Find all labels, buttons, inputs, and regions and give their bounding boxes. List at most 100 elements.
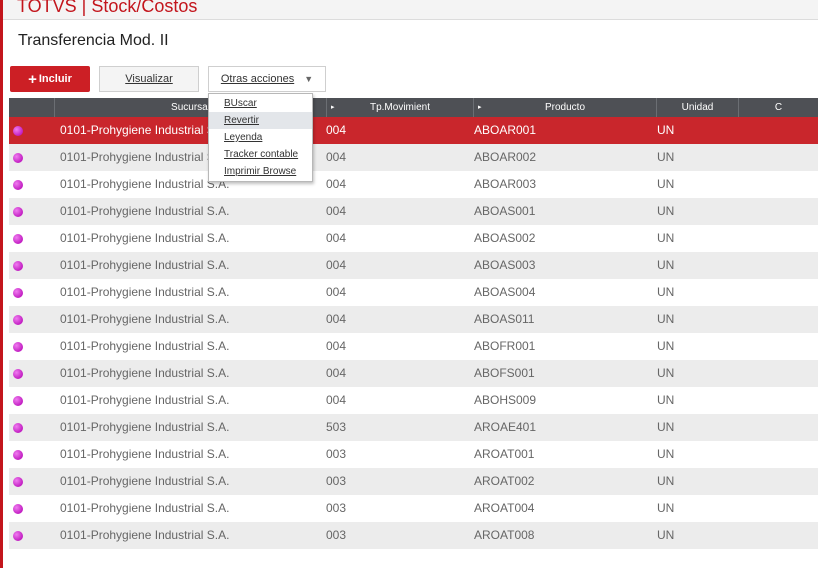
cell-tp: 004 [326, 339, 347, 353]
column-header-label: Tp.Movimient [369, 102, 430, 113]
table-row[interactable]: 0101-Prohygiene Industrial S.A. 004 ABOFS0… [9, 360, 818, 387]
status-dot-icon [13, 423, 23, 433]
column-header-label: Unidad [681, 102, 714, 113]
table-row[interactable]: 0101-Prohygiene Industrial S.A. 004 ABOAR0… [9, 171, 818, 198]
left-accent-bar [0, 0, 3, 568]
cell-tp: 004 [326, 258, 347, 272]
otras-acciones-menu: BUscar Revertir Leyenda Tracker contable Imp… [208, 93, 313, 182]
plus-icon: + [28, 70, 37, 88]
status-dot-icon [13, 315, 23, 325]
cell-unidad: UN [657, 204, 675, 218]
cell-sucursal: 0101-Prohygiene Industrial S.A. [60, 420, 230, 434]
cell-producto: AROAE401 [474, 420, 537, 434]
column-header-c[interactable]: C [738, 98, 818, 117]
menu-item-revertir[interactable]: Revertir [209, 112, 312, 129]
data-grid: Sucursal ▸ Tp.Movimient ▸ Producto Unidad C 01… [9, 98, 818, 549]
cell-unidad: UN [657, 231, 675, 245]
cell-tp: 003 [326, 528, 347, 542]
cell-tp: 004 [326, 231, 347, 245]
menu-item-leyenda[interactable]: Leyenda [209, 129, 312, 146]
status-dot-icon [13, 504, 23, 514]
cell-producto: AROAT001 [474, 447, 535, 461]
status-dot-icon [13, 342, 23, 352]
table-row[interactable]: 0101-Prohygiene Industrial S.A. 004 ABOAS0… [9, 252, 818, 279]
table-row[interactable]: 0101-Prohygiene Industrial S.A. 003 AROAT0… [9, 441, 818, 468]
status-dot-icon [13, 207, 23, 217]
cell-tp: 003 [326, 474, 347, 488]
otras-acciones-label: Otras acciones [220, 73, 295, 85]
cell-producto: AROAT004 [474, 501, 535, 515]
cell-producto: ABOAS003 [474, 258, 536, 272]
table-row[interactable]: 0101-Prohygiene Industrial S.A. 004 ABOAS0… [9, 306, 818, 333]
cell-producto: ABOAR001 [474, 123, 537, 137]
cell-sucursal: 0101-Prohygiene Industrial S.A. [60, 393, 230, 407]
table-row[interactable]: 0101-Prohygiene Industrial S.A. 004 ABOAR0… [9, 144, 818, 171]
menu-item-buscar[interactable]: BUscar [209, 95, 312, 112]
cell-tp: 503 [326, 420, 347, 434]
cell-unidad: UN [657, 474, 675, 488]
cell-unidad: UN [657, 150, 675, 164]
cell-sucursal: 0101-Prohygiene Industrial S.A. [60, 312, 230, 326]
status-dot-icon [13, 450, 23, 460]
table-row[interactable]: 0101-Prohygiene Industrial S.A. 003 AROAT0… [9, 468, 818, 495]
visualizar-button[interactable]: Visualizar [99, 66, 199, 92]
cell-tp: 004 [326, 150, 347, 164]
cell-producto: ABOAR003 [474, 177, 537, 191]
cell-unidad: UN [657, 393, 675, 407]
table-row[interactable]: 0101-Prohygiene Industrial S.A. 503 AROAE4… [9, 414, 818, 441]
cell-unidad: UN [657, 312, 675, 326]
table-row[interactable]: 0101-Prohygiene Industrial S.A. 003 AROAT0… [9, 495, 818, 522]
column-header-unidad[interactable]: Unidad [656, 98, 738, 117]
column-header-label: C [774, 102, 783, 113]
cell-producto: ABOAS004 [474, 285, 536, 299]
menu-item-imprimir-browse[interactable]: Imprimir Browse [209, 163, 312, 180]
cell-sucursal: 0101-Prohygiene Industrial S.A. [60, 501, 230, 515]
table-row[interactable]: 0101-Prohygiene Industrial S.A. 004 ABOAR0… [9, 117, 818, 144]
table-row[interactable]: 0101-Prohygiene Industrial S.A. 003 AROAT0… [9, 522, 818, 549]
column-header-label: Producto [544, 102, 586, 113]
cell-unidad: UN [657, 420, 675, 434]
cell-unidad: UN [657, 366, 675, 380]
cell-producto: ABOAS011 [474, 312, 535, 326]
cell-producto: ABOAS002 [474, 231, 536, 245]
cell-unidad: UN [657, 339, 675, 353]
cell-unidad: UN [657, 177, 675, 191]
cell-sucursal: 0101-Prohygiene Industrial S.A. [60, 528, 230, 542]
page-title: Transferencia Mod. II [18, 32, 169, 49]
cell-sucursal: 0101-Prohygiene Industrial S.A. [60, 339, 230, 353]
cell-sucursal: 0101-Prohygiene Industrial S.A. [60, 285, 230, 299]
column-header-producto[interactable]: ▸ Producto [473, 98, 656, 117]
table-row[interactable]: 0101-Prohygiene Industrial S.A. 004 ABOAS0… [9, 225, 818, 252]
table-row[interactable]: 0101-Prohygiene Industrial S.A. 004 ABOHS0… [9, 387, 818, 414]
cell-unidad: UN [657, 528, 675, 542]
cell-unidad: UN [657, 447, 675, 461]
status-dot-icon [13, 234, 23, 244]
menu-item-tracker-contable[interactable]: Tracker contable [209, 146, 312, 163]
status-dot-icon [13, 288, 23, 298]
status-dot-icon [13, 261, 23, 271]
cell-unidad: UN [657, 258, 675, 272]
cell-unidad: UN [657, 123, 675, 137]
cell-sucursal: 0101-Prohygiene Industrial S.A. [60, 474, 230, 488]
cell-tp: 004 [326, 204, 347, 218]
status-dot-icon [13, 126, 23, 136]
column-header-label: Sucursal [171, 102, 210, 113]
cell-producto: ABOHS009 [474, 393, 537, 407]
column-header-tp-movimient[interactable]: ▸ Tp.Movimient [326, 98, 473, 117]
cell-producto: AROAT002 [474, 474, 535, 488]
cell-unidad: UN [657, 285, 675, 299]
sort-arrow-icon: ▸ [478, 104, 482, 111]
grid-header: Sucursal ▸ Tp.Movimient ▸ Producto Unidad C [9, 98, 818, 117]
cell-producto: ABOFS001 [474, 366, 535, 380]
otras-acciones-button[interactable]: Otras acciones ▼ [208, 66, 326, 92]
cell-tp: 004 [326, 366, 347, 380]
cell-sucursal: 0101-Prohygiene Industrial S.A. [60, 231, 230, 245]
status-dot-icon [13, 153, 23, 163]
incluir-button[interactable]: + Incluir [10, 66, 90, 92]
table-row[interactable]: 0101-Prohygiene Industrial S.A. 004 ABOAS0… [9, 198, 818, 225]
cell-tp: 003 [326, 447, 347, 461]
table-row[interactable]: 0101-Prohygiene Industrial S.A. 004 ABOAS0… [9, 279, 818, 306]
cell-sucursal: 0101-Prohygiene Industrial S.A. [60, 258, 230, 272]
cell-sucursal: 0101-Prohygiene Industrial S.A. [60, 204, 230, 218]
table-row[interactable]: 0101-Prohygiene Industrial S.A. 004 ABOFR0… [9, 333, 818, 360]
